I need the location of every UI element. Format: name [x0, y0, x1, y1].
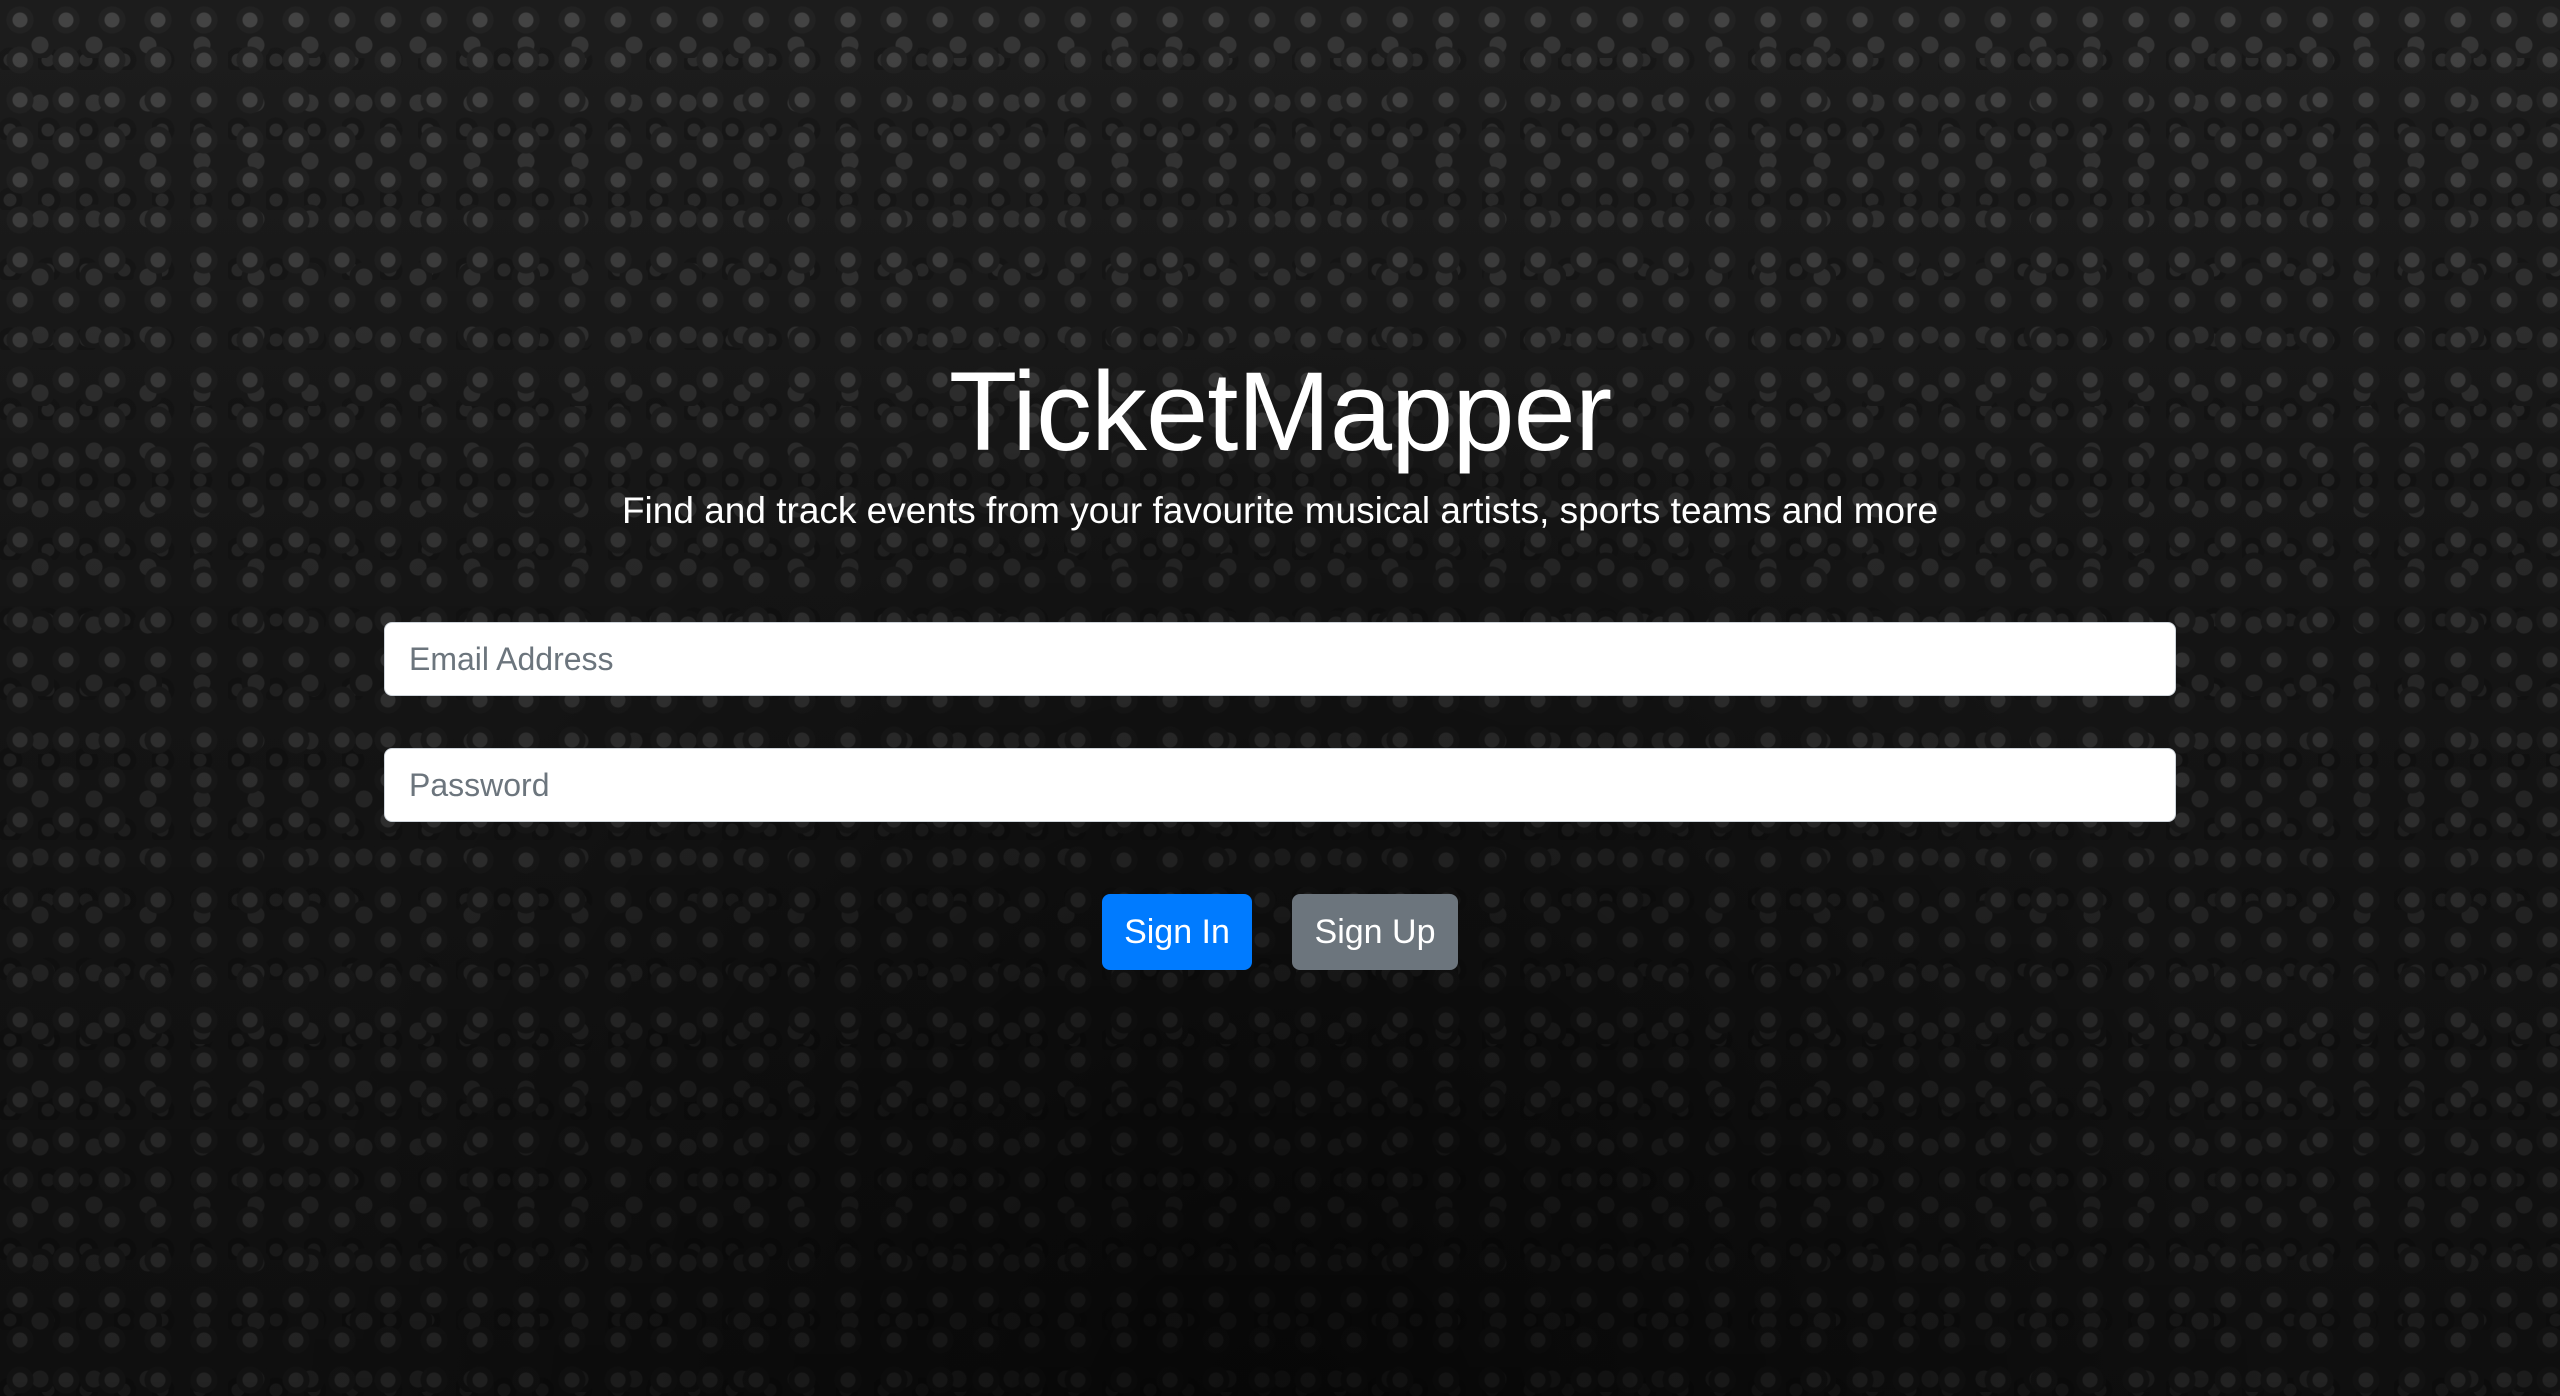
page-subtitle: Find and track events from your favourit… [621, 490, 1939, 531]
sign-in-button[interactable]: Sign In [1102, 894, 1252, 970]
hero-background: TicketMapper Find and track events from … [0, 0, 2560, 1396]
page-title: TicketMapper [948, 349, 1612, 474]
sign-up-button[interactable]: Sign Up [1292, 894, 1458, 970]
password-field[interactable] [384, 748, 2176, 822]
login-panel: TicketMapper Find and track events from … [0, 0, 2560, 1396]
email-field[interactable] [384, 622, 2176, 696]
